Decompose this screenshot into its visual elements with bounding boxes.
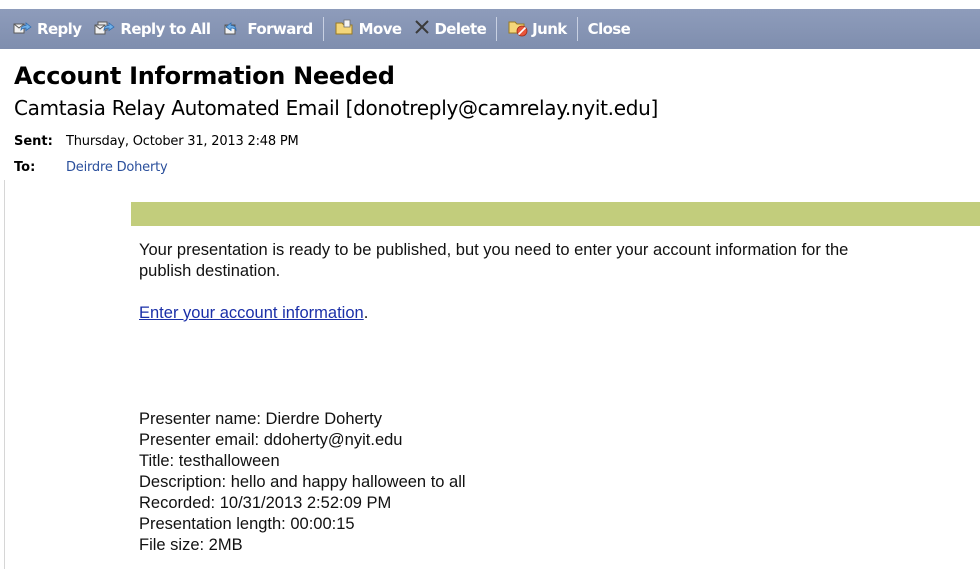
body-paragraph-line: Your presentation is ready to be publish…: [139, 241, 849, 259]
reply-all-label: Reply to All: [120, 20, 211, 38]
presentation-details: Presenter name: Dierdre Doherty Presente…: [139, 409, 466, 556]
reply-label: Reply: [37, 20, 82, 38]
close-button[interactable]: Close: [588, 9, 631, 49]
to-label: To:: [14, 160, 36, 175]
forward-button[interactable]: Forward: [222, 9, 313, 49]
enter-account-info-link[interactable]: Enter your account information: [139, 304, 364, 322]
detail-line: Presenter name: Dierdre Doherty: [139, 410, 383, 428]
body-paragraph: Your presentation is ready to be publish…: [139, 240, 848, 282]
detail-line: Presentation length: 00:00:15: [139, 515, 355, 533]
reply-all-icon: [93, 18, 117, 40]
reply-all-button[interactable]: Reply to All: [93, 9, 211, 49]
header-banner: [131, 202, 980, 226]
reply-icon: [12, 18, 34, 40]
toolbar-divider: [576, 17, 578, 41]
toolbar-divider: [322, 17, 324, 41]
link-suffix: .: [363, 304, 369, 322]
body-paragraph-line: publish destination.: [139, 262, 281, 280]
forward-label: Forward: [247, 20, 313, 38]
junk-icon: [507, 17, 529, 41]
sent-label: Sent:: [14, 134, 53, 149]
delete-icon: [413, 18, 431, 40]
message-toolbar: Reply Reply to All Forward Move Delete J…: [0, 9, 980, 49]
reading-pane-border: [4, 180, 5, 569]
move-icon: [334, 18, 356, 40]
close-label: Close: [587, 20, 631, 38]
detail-line: Recorded: 10/31/2013 2:52:09 PM: [139, 494, 392, 512]
sent-value: Thursday, October 31, 2013 2:48 PM: [66, 134, 299, 149]
detail-line: File size: 2MB: [139, 536, 243, 554]
delete-button[interactable]: Delete: [413, 9, 487, 49]
recipient-name[interactable]: Deirdre Doherty: [66, 160, 168, 175]
delete-label: Delete: [434, 20, 487, 38]
detail-line: Presenter email: ddoherty@nyit.edu: [139, 431, 403, 449]
message-sender: Camtasia Relay Automated Email [donotrep…: [14, 96, 659, 120]
detail-line: Description: hello and happy halloween t…: [139, 473, 466, 491]
junk-button[interactable]: Junk: [507, 9, 567, 49]
detail-line: Title: testhalloween: [139, 452, 280, 470]
junk-label: Junk: [532, 20, 567, 38]
move-label: Move: [358, 20, 402, 38]
toolbar-divider: [496, 17, 498, 41]
forward-icon: [222, 18, 244, 40]
move-button[interactable]: Move: [334, 9, 402, 49]
account-link-line: Enter your account information.: [139, 303, 368, 324]
reply-button[interactable]: Reply: [12, 9, 82, 49]
message-subject: Account Information Needed: [14, 62, 395, 90]
